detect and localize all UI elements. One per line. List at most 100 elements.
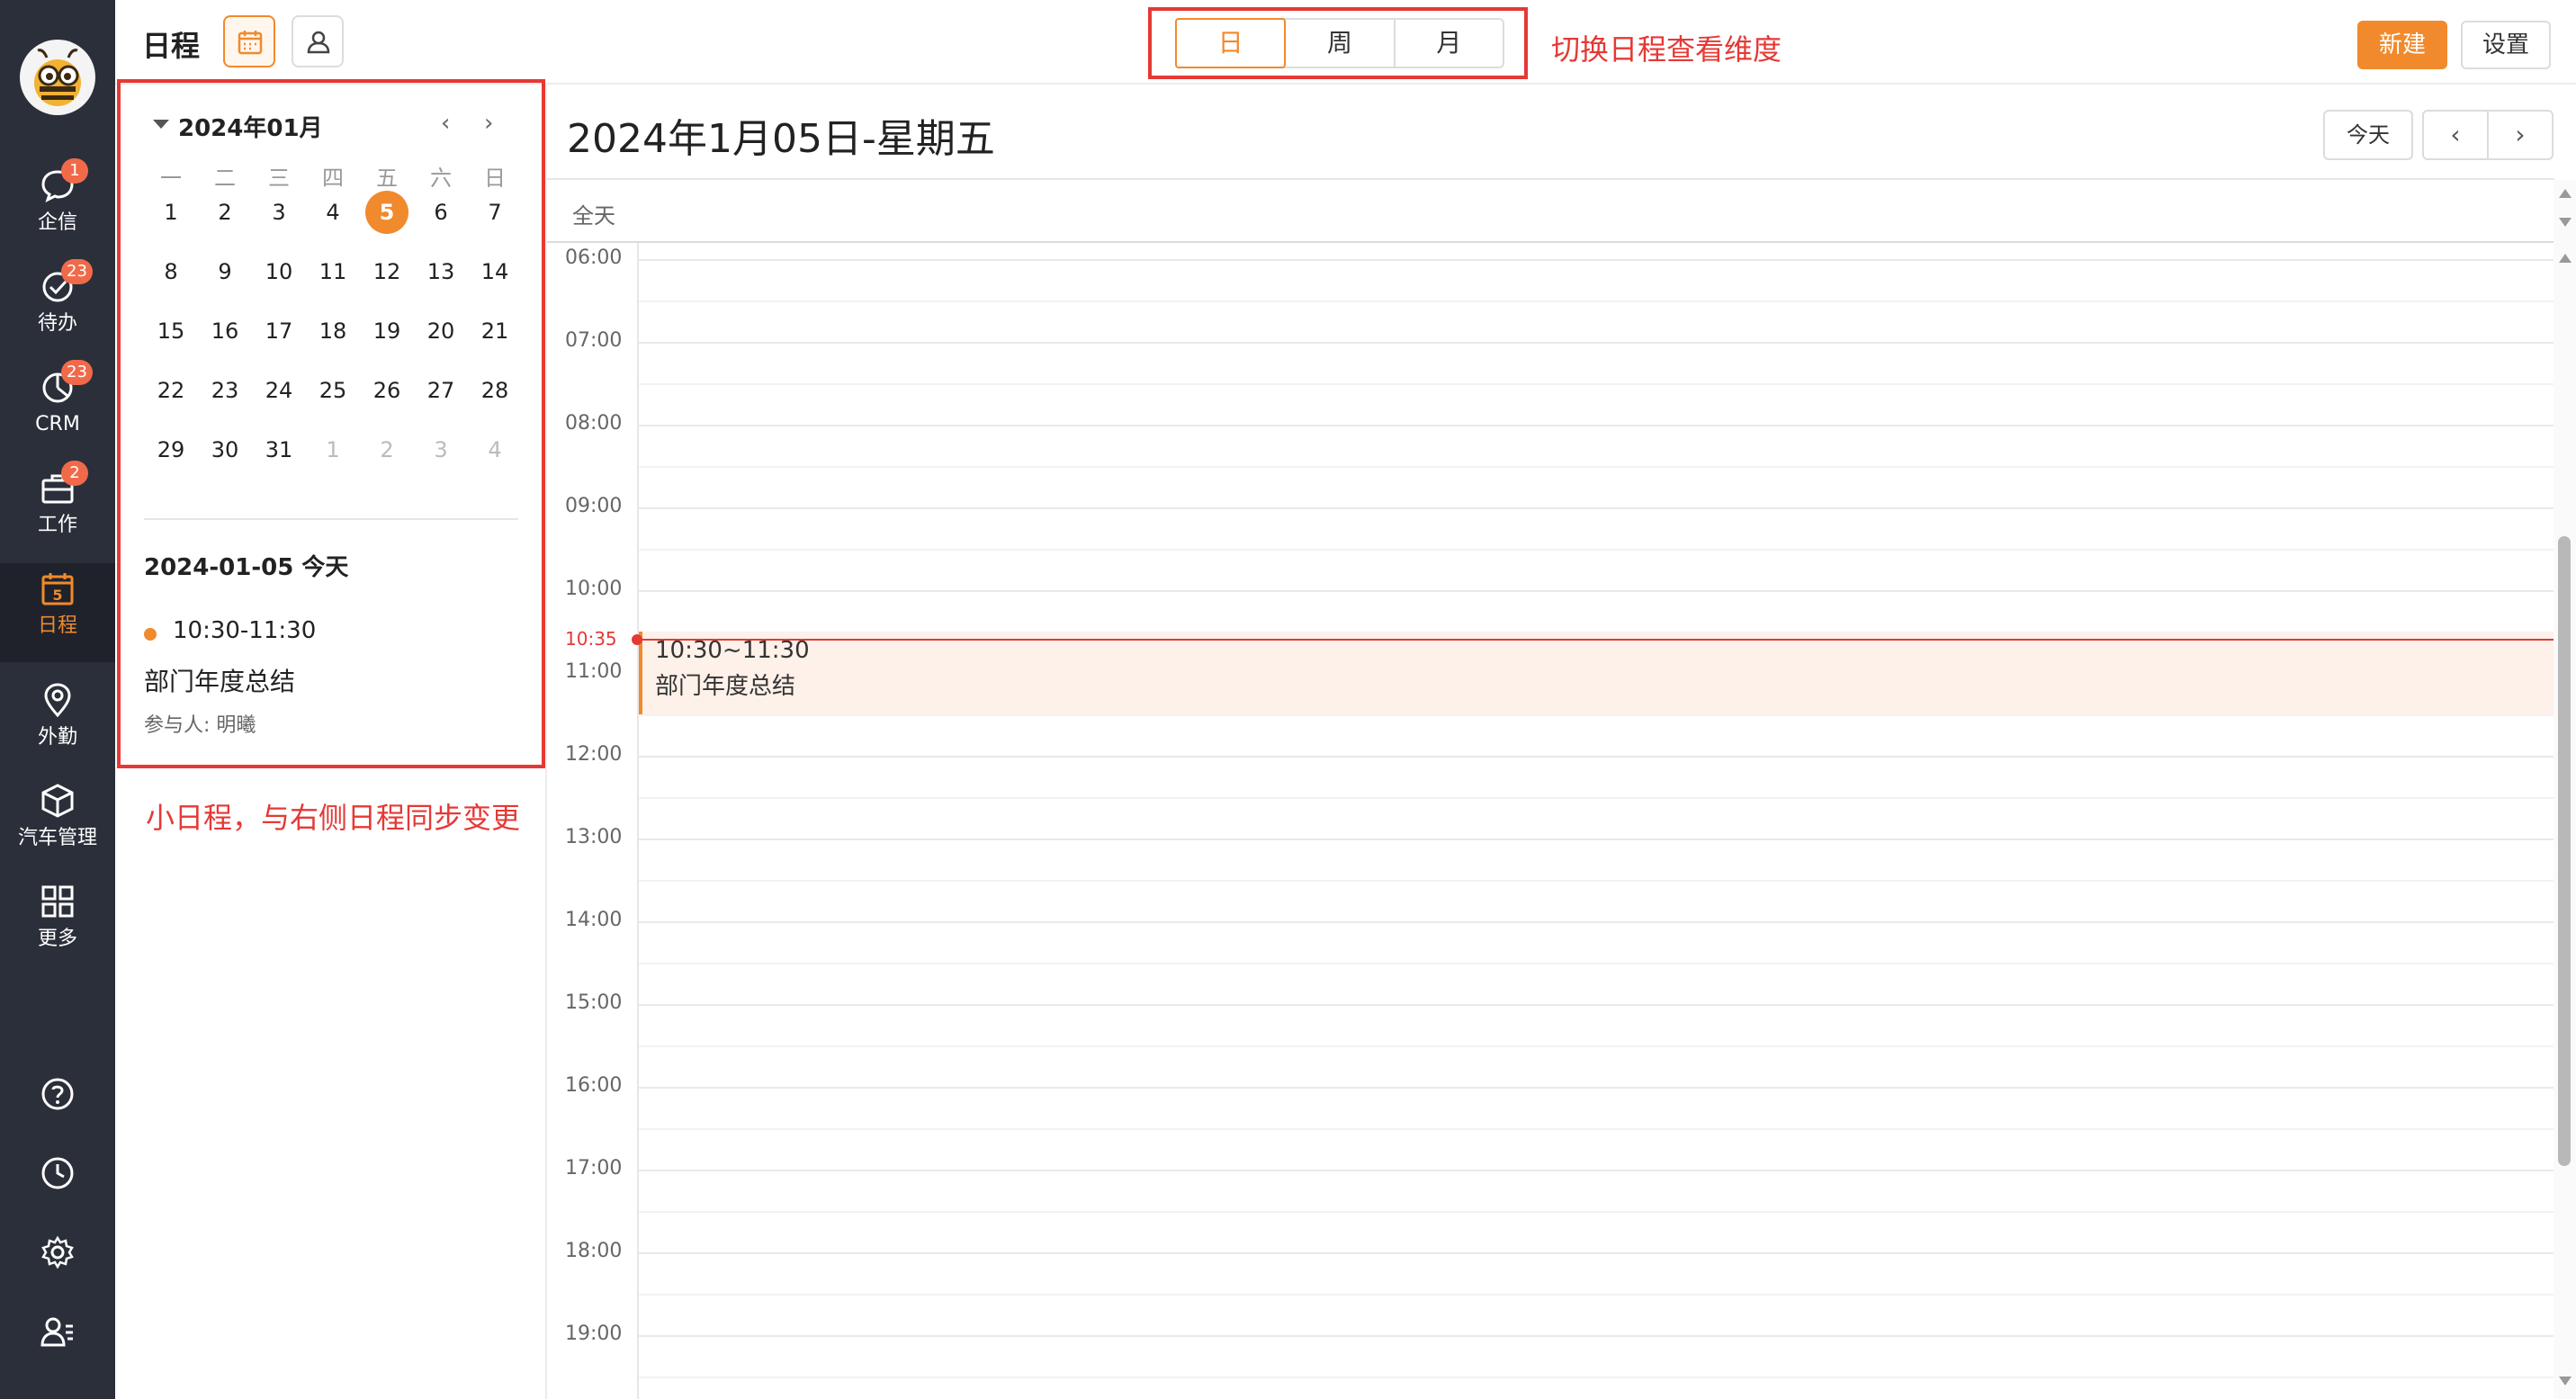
tab-week[interactable]: 周 xyxy=(1286,20,1396,67)
divider xyxy=(144,518,518,520)
user-list-icon xyxy=(40,1317,73,1347)
mini-calendar-day[interactable]: 25 xyxy=(306,369,360,412)
scroll-up-icon[interactable] xyxy=(2559,189,2572,198)
help-icon xyxy=(41,1078,74,1110)
mini-calendar-day[interactable]: 18 xyxy=(306,309,360,353)
mini-calendar-day[interactable]: 3 xyxy=(414,428,468,471)
event-block[interactable]: 10:30~11:30 部门年度总结 xyxy=(639,632,2554,714)
weekday-header: 日 xyxy=(484,166,506,191)
next-day-button[interactable]: › xyxy=(2489,112,2552,158)
mini-calendar-day[interactable]: 31 xyxy=(252,428,306,471)
mini-calendar-day[interactable]: 20 xyxy=(414,309,468,353)
mini-calendar-day[interactable]: 8 xyxy=(144,250,198,293)
half-hour-line xyxy=(639,1211,2554,1213)
calendar-view-button[interactable] xyxy=(223,15,275,67)
hour-label: 07:00 xyxy=(565,329,623,352)
event-time[interactable]: 10:30-11:30 xyxy=(173,617,316,644)
mini-next-icon[interactable]: › xyxy=(484,110,493,137)
nav-item-field[interactable]: 外勤 xyxy=(0,675,115,768)
mini-calendar-day[interactable]: 2 xyxy=(198,191,252,234)
nav-item-car[interactable]: 汽车管理 xyxy=(0,776,115,869)
mini-calendar-day[interactable]: 17 xyxy=(252,309,306,353)
scroll-down-icon[interactable] xyxy=(2559,1377,2572,1386)
tab-month[interactable]: 月 xyxy=(1396,20,1503,67)
settings-button[interactable]: 设置 xyxy=(2461,21,2551,69)
event-title[interactable]: 部门年度总结 xyxy=(144,662,295,698)
mini-calendar-day[interactable]: 11 xyxy=(306,250,360,293)
month-dropdown-icon[interactable] xyxy=(153,120,169,129)
nav-help[interactable] xyxy=(0,1067,115,1121)
tab-day[interactable]: 日 xyxy=(1175,18,1287,68)
hour-label: 18:00 xyxy=(565,1240,623,1262)
mini-calendar-day[interactable]: 28 xyxy=(468,369,522,412)
mini-calendar-day[interactable]: 10 xyxy=(252,250,306,293)
page-title: 日程 xyxy=(142,29,201,63)
mini-calendar-day[interactable]: 29 xyxy=(144,428,198,471)
mini-calendar-day[interactable]: 27 xyxy=(414,369,468,412)
mini-calendar-day[interactable]: 24 xyxy=(252,369,306,412)
mini-calendar-day[interactable]: 9 xyxy=(198,250,252,293)
mini-calendar-day[interactable]: 19 xyxy=(360,309,414,353)
mini-calendar-day[interactable]: 4 xyxy=(468,428,522,471)
scrollbar[interactable] xyxy=(2554,180,2576,1399)
mini-prev-icon[interactable]: ‹ xyxy=(441,110,450,137)
mini-calendar-day[interactable]: 1 xyxy=(306,428,360,471)
nav-label: 待办 xyxy=(37,312,77,335)
mini-calendar-day[interactable]: 21 xyxy=(468,309,522,353)
day-time-grid[interactable]: 06:00 07:00 08:00 09:00 10:00 11:00 12:00 13:00… xyxy=(547,243,2554,1399)
nav-settings[interactable] xyxy=(0,1225,115,1279)
nav-label: 汽车管理 xyxy=(17,827,97,849)
mini-calendar-day[interactable]: 16 xyxy=(198,309,252,353)
mini-calendar-day[interactable]: 14 xyxy=(468,250,522,293)
hour-line xyxy=(639,507,2554,509)
nav-item-crm[interactable]: 23 CRM xyxy=(0,360,115,455)
mini-calendar-day[interactable]: 2 xyxy=(360,428,414,471)
hour-line xyxy=(639,1252,2554,1254)
hour-line xyxy=(639,1170,2554,1171)
scroll-up-icon[interactable] xyxy=(2559,254,2572,263)
today-button[interactable]: 今天 xyxy=(2323,110,2413,160)
weekday-header: 三 xyxy=(268,166,290,191)
mini-calendar-day[interactable]: 26 xyxy=(360,369,414,412)
new-button[interactable]: 新建 xyxy=(2357,21,2447,69)
nav-item-schedule[interactable]: 5 日程 xyxy=(0,563,115,662)
nav-item-todo[interactable]: 23 待办 xyxy=(0,259,115,354)
current-time-line xyxy=(637,638,2554,641)
scroll-down-icon[interactable] xyxy=(2559,218,2572,227)
mini-calendar-day[interactable]: 15 xyxy=(144,309,198,353)
mini-calendar-day[interactable]: 30 xyxy=(198,428,252,471)
nav-label: 企信 xyxy=(37,211,77,234)
nav-item-qixin[interactable]: 1 企信 xyxy=(0,158,115,254)
event-participants: 参与人: 明曦 xyxy=(144,709,256,738)
weekday-header: 四 xyxy=(322,166,344,191)
mini-calendar-day[interactable]: 7 xyxy=(468,191,522,234)
scroll-thumb[interactable] xyxy=(2558,536,2571,1166)
all-day-label: 全天 xyxy=(572,203,615,229)
prev-day-button[interactable]: ‹ xyxy=(2424,112,2489,158)
shared-calendar-button[interactable] xyxy=(292,15,344,67)
nav-item-work[interactable]: 2 工作 xyxy=(0,461,115,556)
mini-calendar-day[interactable]: 22 xyxy=(144,369,198,412)
nav-contacts[interactable] xyxy=(0,1305,115,1359)
mini-calendar-day[interactable]: 12 xyxy=(360,250,414,293)
time-gutter-divider xyxy=(637,243,639,1399)
mini-calendar-day[interactable]: 6 xyxy=(414,191,468,234)
hour-line xyxy=(639,1087,2554,1089)
mini-calendar-day[interactable]: 4 xyxy=(306,191,360,234)
selected-date-label: 2024-01-05 今天 xyxy=(144,554,349,581)
badge-crm: 23 xyxy=(61,360,93,385)
hour-label: 17:00 xyxy=(565,1157,623,1179)
mini-calendar-day[interactable]: 5 xyxy=(360,191,414,234)
mini-calendar-day[interactable]: 3 xyxy=(252,191,306,234)
nav-label: CRM xyxy=(35,413,80,435)
mini-calendar-day[interactable]: 13 xyxy=(414,250,468,293)
mini-calendar-day[interactable]: 1 xyxy=(144,191,198,234)
nav-item-more[interactable]: 更多 xyxy=(0,876,115,970)
hour-line xyxy=(639,259,2554,261)
nav-history[interactable] xyxy=(0,1146,115,1200)
mini-calendar-month[interactable]: 2024年01月 xyxy=(178,110,323,143)
day-view-title: 2024年1月05日-星期五 xyxy=(567,116,995,162)
clock-icon xyxy=(41,1157,74,1189)
app-logo[interactable] xyxy=(20,40,95,115)
mini-calendar-day[interactable]: 23 xyxy=(198,369,252,412)
